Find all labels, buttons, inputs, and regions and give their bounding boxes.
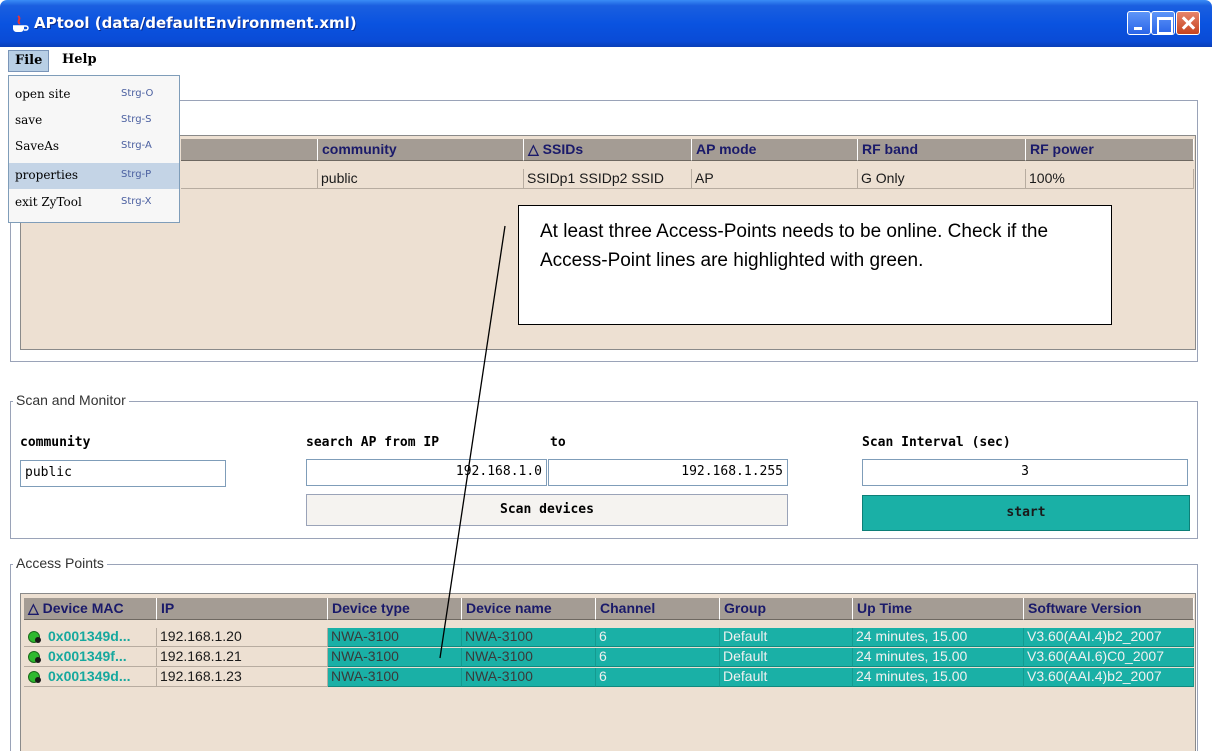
site-header-rf-power[interactable]: RF power — [1026, 139, 1194, 161]
ap-cell-group[interactable]: Default — [720, 648, 853, 667]
menu-item-saveas[interactable]: SaveAs Strg-A — [9, 134, 179, 160]
start-button[interactable]: start — [862, 495, 1190, 531]
site-cell-rf-power[interactable]: 100% — [1026, 169, 1194, 189]
ap-cell-software-version[interactable]: V3.60(AAI.4)b2_2007 — [1024, 668, 1194, 687]
to-label: to — [550, 435, 566, 450]
ap-header-group[interactable]: Group — [720, 598, 853, 620]
site-header-ssids-label: SSIDs — [542, 141, 584, 157]
ap-header-software-version[interactable]: Software Version — [1024, 598, 1194, 620]
annotation-callout: At least three Access-Points needs to be… — [518, 205, 1112, 325]
scan-interval-label: Scan Interval (sec) — [862, 435, 1011, 450]
java-app-icon — [13, 15, 29, 33]
sort-ascending-icon: △ — [28, 600, 39, 616]
ap-cell-mac[interactable]: 0x001349d... — [24, 628, 157, 647]
menu-item-label: save — [15, 113, 43, 127]
ap-cell-channel[interactable]: 6 — [596, 648, 720, 667]
menu-item-save[interactable]: save Strg-S — [9, 108, 179, 134]
ap-cell-mac[interactable]: 0x001349d... — [24, 668, 157, 687]
site-cell[interactable] — [181, 169, 318, 189]
ap-cell-up-time[interactable]: 24 minutes, 15.00 — [853, 628, 1024, 647]
ap-header-device-mac-label: Device MAC — [42, 600, 124, 616]
ap-cell-device-name[interactable]: NWA-3100 — [462, 668, 596, 687]
ap-cell-device-type[interactable]: NWA-3100 — [328, 648, 462, 667]
ap-cell-device-type[interactable]: NWA-3100 — [328, 628, 462, 647]
ap-cell-channel[interactable]: 6 — [596, 668, 720, 687]
menu-item-shortcut: Strg-A — [121, 140, 152, 151]
menu-item-label: properties — [15, 168, 79, 182]
ap-header-ip[interactable]: IP — [157, 598, 328, 620]
ap-header-up-time[interactable]: Up Time — [853, 598, 1024, 620]
close-button[interactable] — [1176, 11, 1200, 35]
community-label: community — [20, 435, 91, 450]
ap-cell-mac-text: 0x001349f... — [48, 648, 127, 664]
search-from-label: search AP from IP — [306, 435, 440, 450]
window-title: APtool (data/defaultEnvironment.xml) — [34, 14, 357, 32]
menu-item-open-site[interactable]: open site Strg-O — [9, 82, 179, 108]
ap-cell-ip[interactable]: 192.168.1.23 — [157, 668, 328, 687]
ap-cell-up-time[interactable]: 24 minutes, 15.00 — [853, 668, 1024, 687]
community-field[interactable]: public — [20, 460, 226, 487]
scan-devices-button[interactable]: Scan devices — [306, 494, 788, 526]
ap-cell-device-name[interactable]: NWA-3100 — [462, 628, 596, 647]
maximize-button[interactable] — [1151, 11, 1175, 35]
menu-bar: File Help — [0, 47, 1212, 75]
site-header-blank[interactable] — [181, 139, 318, 161]
scan-interval-field[interactable]: 3 — [862, 459, 1188, 486]
site-cell-rf-band[interactable]: G Only — [858, 169, 1026, 189]
menu-item-label: open site — [15, 87, 71, 101]
title-bar: APtool (data/defaultEnvironment.xml) — [0, 0, 1212, 47]
menu-item-shortcut: Strg-O — [121, 88, 154, 99]
ap-cell-up-time[interactable]: 24 minutes, 15.00 — [853, 648, 1024, 667]
menu-item-properties[interactable]: properties Strg-P — [9, 163, 179, 189]
ap-cell-ip[interactable]: 192.168.1.20 — [157, 628, 328, 647]
menu-file[interactable]: File — [8, 50, 50, 72]
ap-cell-mac-text: 0x001349d... — [48, 628, 131, 644]
menu-help[interactable]: Help — [56, 50, 103, 72]
site-cell-ssids[interactable]: SSIDp1 SSIDp2 SSID — [524, 169, 692, 189]
scan-monitor-title: Scan and Monitor — [13, 392, 129, 408]
ap-header-device-name[interactable]: Device name — [462, 598, 596, 620]
status-online-icon — [28, 631, 41, 643]
menu-item-shortcut: Strg-S — [121, 114, 152, 125]
site-cell-community[interactable]: public — [318, 169, 524, 189]
site-header-ap-mode[interactable]: AP mode — [692, 139, 858, 161]
ap-header-device-type[interactable]: Device type — [328, 598, 462, 620]
menu-item-shortcut: Strg-P — [121, 169, 152, 180]
ap-cell-software-version[interactable]: V3.60(AAI.6)C0_2007 — [1024, 648, 1194, 667]
ap-cell-mac[interactable]: 0x001349f... — [24, 648, 157, 667]
status-online-icon — [28, 651, 41, 663]
menu-item-label: exit ZyTool — [15, 195, 82, 209]
ap-header-channel[interactable]: Channel — [596, 598, 720, 620]
menu-item-exit[interactable]: exit ZyTool Strg-X — [9, 190, 179, 216]
file-menu-dropdown: open site Strg-O save Strg-S SaveAs Strg… — [8, 75, 180, 223]
ip-from-field[interactable]: 192.168.1.0 — [306, 459, 547, 486]
menu-item-label: SaveAs — [15, 139, 60, 153]
ap-cell-device-name[interactable]: NWA-3100 — [462, 648, 596, 667]
site-cell-ap-mode[interactable]: AP — [692, 169, 858, 189]
site-header-ssids[interactable]: △ SSIDs — [524, 139, 692, 161]
ap-header-device-mac[interactable]: △ Device MAC — [24, 598, 157, 620]
site-header-community[interactable]: community — [318, 139, 524, 161]
ap-cell-group[interactable]: Default — [720, 628, 853, 647]
site-header-rf-band[interactable]: RF band — [858, 139, 1026, 161]
ap-cell-software-version[interactable]: V3.60(AAI.4)b2_2007 — [1024, 628, 1194, 647]
access-points-title: Access Points — [13, 555, 107, 571]
ap-cell-ip[interactable]: 192.168.1.21 — [157, 648, 328, 667]
ap-cell-group[interactable]: Default — [720, 668, 853, 687]
sort-ascending-icon: △ — [528, 141, 539, 157]
ip-to-field[interactable]: 192.168.1.255 — [548, 459, 788, 486]
menu-item-shortcut: Strg-X — [121, 196, 152, 207]
status-online-icon — [28, 671, 41, 683]
ap-cell-channel[interactable]: 6 — [596, 628, 720, 647]
ap-cell-device-type[interactable]: NWA-3100 — [328, 668, 462, 687]
ap-cell-mac-text: 0x001349d... — [48, 668, 131, 684]
minimize-button[interactable] — [1127, 11, 1151, 35]
